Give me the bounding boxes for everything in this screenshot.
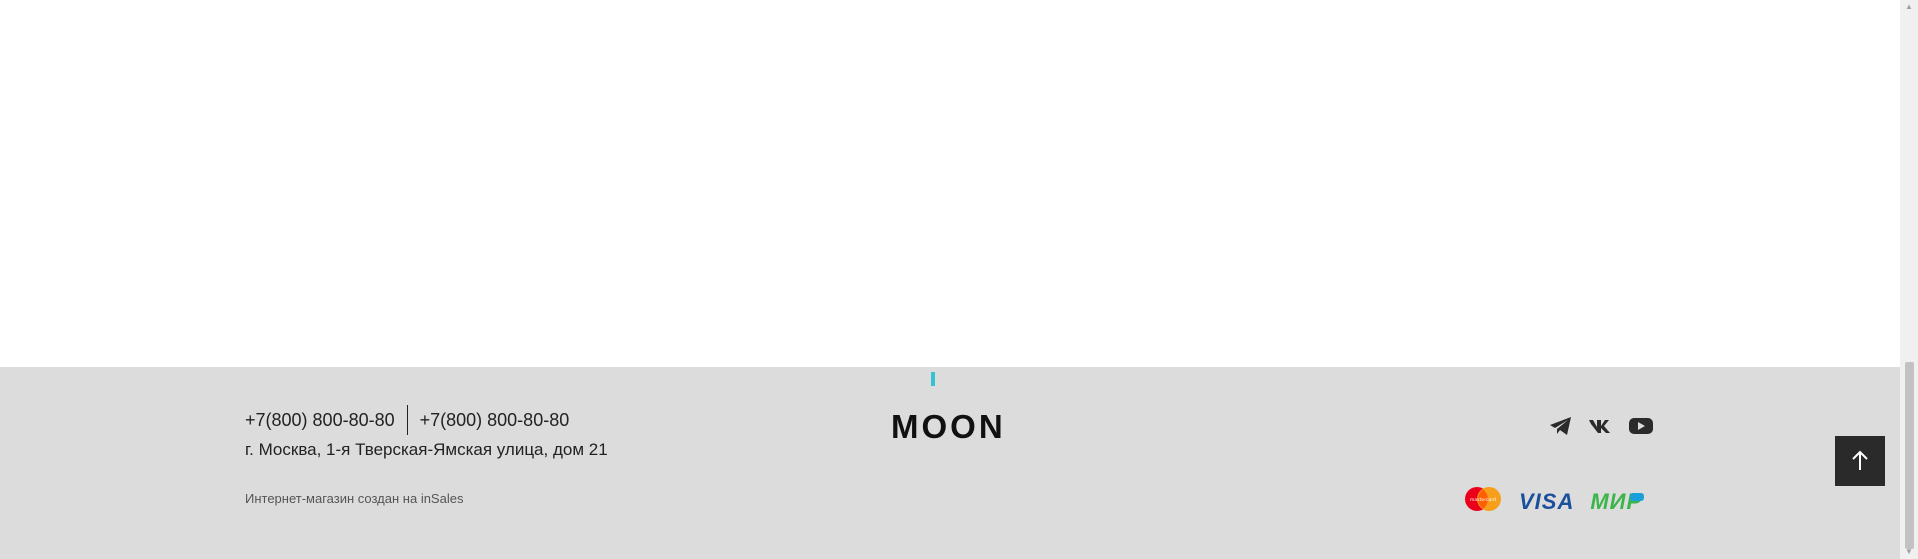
footer-address: г. Москва, 1-я Тверская-Ямская улица, до… [245, 440, 608, 459]
mastercard-icon: mastercard [1463, 486, 1503, 517]
phone-link-1[interactable]: +7(800) 800-80-80 [245, 410, 395, 431]
phone-link-2[interactable]: +7(800) 800-80-80 [420, 410, 570, 431]
site-footer [0, 367, 1900, 559]
mastercard-text: mastercard [1470, 497, 1496, 503]
footer-credit: Интернет-магазин создан на inSales [245, 491, 463, 506]
social-links [1547, 412, 1655, 440]
page-content-area [0, 0, 1900, 367]
mir-logo: МИР [1590, 489, 1645, 515]
scroll-up-arrow-icon[interactable]: ▲ [1903, 2, 1915, 12]
scrollbar-thumb[interactable] [1905, 362, 1914, 549]
vk-icon[interactable] [1587, 412, 1615, 440]
loader-accent [931, 372, 935, 386]
telegram-icon[interactable] [1547, 412, 1575, 440]
scroll-to-top-button[interactable] [1835, 436, 1885, 486]
youtube-icon[interactable] [1627, 412, 1655, 440]
arrow-up-icon [1852, 450, 1868, 470]
phone-divider [406, 405, 408, 435]
insales-link[interactable]: inSales [421, 491, 464, 506]
footer-phones: +7(800) 800-80-80 +7(800) 800-80-80 [245, 405, 569, 435]
credit-text: Интернет-магазин создан на [245, 491, 421, 506]
scroll-down-arrow-icon[interactable]: ▼ [1903, 547, 1915, 557]
footer-logo[interactable]: MOON [891, 408, 1006, 446]
payment-methods: mastercard VISA МИР [1463, 486, 1645, 517]
visa-logo: VISA [1519, 488, 1575, 514]
